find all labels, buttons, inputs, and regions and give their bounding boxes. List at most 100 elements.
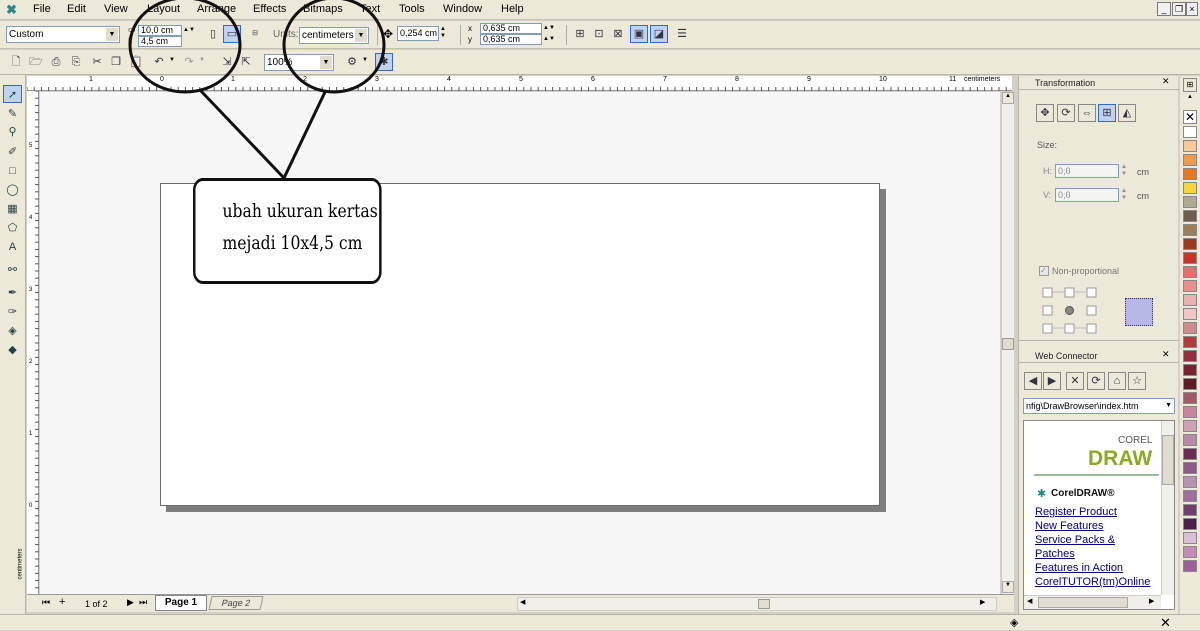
size-icon[interactable]: ⊞ (1098, 104, 1116, 122)
close-icon[interactable]: ✕ (1162, 76, 1170, 87)
first-page-icon[interactable]: ⏮ (42, 597, 50, 608)
callout-line-1: ubah ukuran kertas (222, 200, 378, 222)
color-swatch[interactable] (1183, 532, 1197, 544)
v-unit: cm (1137, 191, 1149, 201)
web-vscroll[interactable] (1161, 421, 1174, 595)
next-page-icon[interactable]: ▶ (127, 597, 134, 608)
home-icon[interactable]: ⌂ (1108, 372, 1126, 390)
color-swatch[interactable] (1183, 154, 1197, 166)
v-label: V: (1043, 190, 1052, 200)
color-swatch[interactable] (1183, 280, 1197, 292)
scroll-left-icon[interactable]: ◀ (520, 598, 525, 606)
docker-title: Web Connector (1019, 349, 1179, 363)
spin-arrows-icon[interactable]: ▲▼ (1121, 188, 1127, 202)
size-v-input[interactable]: 0,0 (1055, 188, 1119, 202)
docker-panel: Transformation ✕ ✥ ⟳ ⇔ ⊞ ◭ Size: H: 0,0 … (1018, 76, 1179, 614)
forward-icon[interactable]: ▶ (1043, 372, 1061, 390)
add-page-icon[interactable]: + (59, 596, 65, 608)
link-patches[interactable]: Patches (1035, 548, 1075, 560)
size-label: Size: (1037, 140, 1058, 150)
last-page-icon[interactable]: ⏭ (139, 597, 147, 608)
scroll-thumb[interactable] (758, 599, 770, 609)
address-bar[interactable]: nfig\DrawBrowser\index.htm ▼ (1023, 398, 1175, 414)
color-swatch[interactable] (1183, 546, 1197, 558)
color-swatch[interactable] (1183, 322, 1197, 334)
color-swatch[interactable] (1183, 462, 1197, 474)
scroll-right-icon[interactable]: ▶ (1149, 597, 1154, 605)
web-connector-docker: Web Connector ✕ ◀ ▶ ✕ ⟳ ⌂ ☆ nfig\DrawBro… (1019, 349, 1179, 614)
link-service-packs[interactable]: Service Packs & (1035, 534, 1115, 546)
color-swatch[interactable] (1183, 182, 1197, 194)
color-swatch[interactable] (1183, 504, 1197, 516)
color-swatch[interactable] (1183, 406, 1197, 418)
color-swatch[interactable] (1183, 336, 1197, 348)
highlight-circle-size (128, 0, 242, 94)
color-swatch[interactable] (1183, 238, 1197, 250)
color-swatch[interactable] (1183, 294, 1197, 306)
palette-scroll-up-icon[interactable]: ▲ (1183, 94, 1197, 103)
address-value: nfig\DrawBrowser\index.htm (1026, 401, 1139, 411)
vertical-scrollbar[interactable]: ▲ ▼ (1001, 92, 1014, 594)
coreldraw-heading: CorelDRAW® (1051, 488, 1115, 499)
draw-logo: DRAW (1088, 447, 1153, 470)
color-swatch[interactable] (1183, 420, 1197, 432)
spin-arrows-icon[interactable]: ▲▼ (1121, 164, 1127, 178)
color-swatch[interactable] (1183, 560, 1197, 572)
color-swatch[interactable] (1183, 266, 1197, 278)
size-h-input[interactable]: 0,0 (1055, 164, 1119, 178)
divider (1034, 474, 1159, 476)
tab-page-2[interactable]: Page 2 (208, 596, 264, 610)
refresh-icon[interactable]: ⟳ (1087, 372, 1105, 390)
position-icon[interactable]: ✥ (1036, 104, 1054, 122)
web-hscroll[interactable]: ◀ ▶ (1024, 595, 1161, 609)
corel-brand-small: COREL (1118, 435, 1153, 446)
scroll-thumb[interactable] (1162, 435, 1174, 485)
scroll-right-icon[interactable]: ▶ (980, 598, 985, 606)
color-swatch[interactable] (1183, 476, 1197, 488)
scroll-up-icon[interactable]: ▲ (1002, 92, 1014, 104)
color-swatch[interactable] (1183, 378, 1197, 390)
corel-balloon-icon: ✱ (1037, 488, 1047, 500)
scroll-thumb[interactable] (1038, 597, 1128, 608)
color-swatch[interactable] (1183, 350, 1197, 362)
h-label: H: (1043, 166, 1052, 176)
close-icon[interactable]: ✕ (1162, 349, 1170, 360)
back-icon[interactable]: ◀ (1024, 372, 1042, 390)
color-swatch[interactable] (1183, 448, 1197, 460)
scroll-down-icon[interactable]: ▼ (1002, 581, 1014, 593)
scroll-thumb[interactable] (1002, 338, 1014, 350)
color-swatch[interactable] (1183, 210, 1197, 222)
color-swatch[interactable] (1183, 490, 1197, 502)
non-proportional-checkbox[interactable]: ✓ (1039, 266, 1049, 276)
link-register-product[interactable]: Register Product (1035, 506, 1117, 518)
link-features-in-action[interactable]: Features in Action (1035, 562, 1123, 574)
anchor-grid[interactable] (1041, 286, 1101, 334)
skew-icon[interactable]: ◭ (1118, 104, 1136, 122)
color-swatch[interactable] (1183, 364, 1197, 376)
link-new-features[interactable]: New Features (1035, 520, 1103, 532)
link-coreltutor-online[interactable]: CorelTUTOR(tm)Online (1035, 576, 1150, 588)
color-swatch[interactable] (1183, 308, 1197, 320)
callout-pointer (198, 88, 327, 181)
annotation-callout: ubah ukuran kertas mejadi 10x4,5 cm (193, 178, 382, 284)
color-swatch[interactable] (1183, 252, 1197, 264)
chevron-down-icon: ▼ (1165, 402, 1172, 409)
color-swatch[interactable] (1183, 168, 1197, 180)
palette-menu-icon[interactable]: ⊞ (1183, 78, 1197, 92)
tab-page-1[interactable]: Page 1 (155, 595, 207, 611)
scroll-left-icon[interactable]: ◀ (1027, 597, 1032, 605)
color-swatch[interactable] (1183, 196, 1197, 208)
color-swatch[interactable] (1183, 224, 1197, 236)
page-count: 1 of 2 (85, 599, 108, 609)
color-swatch[interactable] (1183, 518, 1197, 530)
no-color-swatch[interactable]: ✕ (1183, 110, 1197, 124)
horizontal-scrollbar[interactable]: ◀ ▶ (517, 597, 997, 611)
color-swatch[interactable] (1183, 434, 1197, 446)
stop-icon[interactable]: ✕ (1066, 372, 1084, 390)
rotate-icon[interactable]: ⟳ (1057, 104, 1075, 122)
color-swatch[interactable] (1183, 126, 1197, 138)
color-swatch[interactable] (1183, 392, 1197, 404)
color-swatch[interactable] (1183, 140, 1197, 152)
scale-icon[interactable]: ⇔ (1078, 104, 1096, 122)
favorites-icon[interactable]: ☆ (1128, 372, 1146, 390)
